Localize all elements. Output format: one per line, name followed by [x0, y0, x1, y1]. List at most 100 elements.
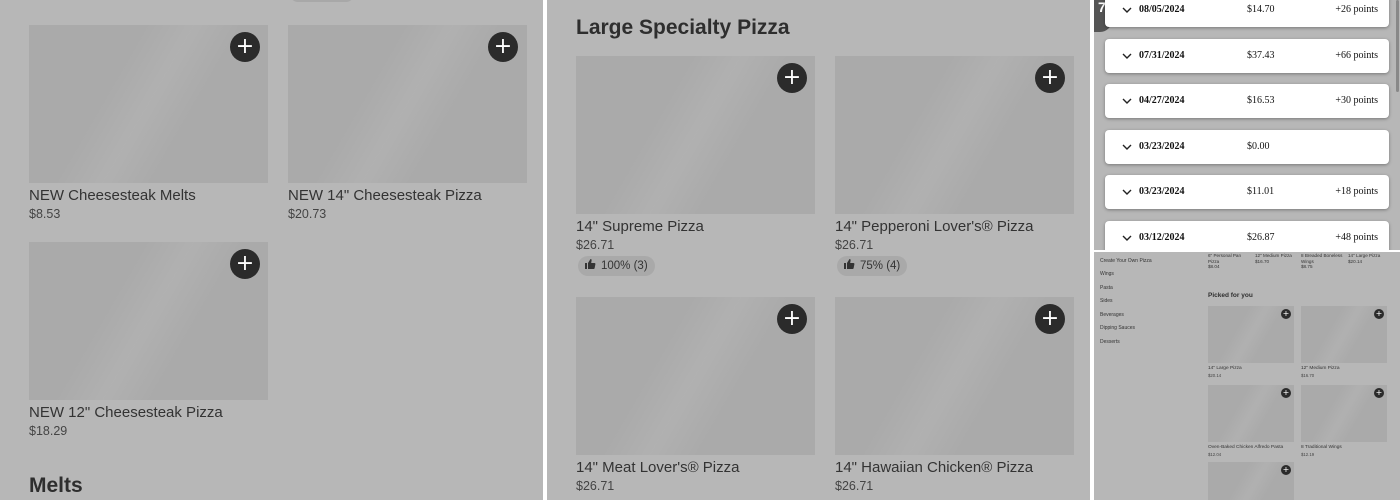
item-name: 6" Personal Pan Pizza [1208, 253, 1242, 264]
item-name: 14" Supreme Pizza [576, 218, 704, 235]
item-name: NEW 12" Cheesesteak Pizza [29, 404, 223, 421]
menu-item-card[interactable]: + NEW 12" Cheesesteak Pizza $18.29 [29, 242, 268, 442]
add-item-button[interactable]: + [488, 32, 518, 62]
add-item-button[interactable]: + [230, 32, 260, 62]
add-item-button[interactable]: + [1281, 388, 1291, 398]
item-price: $16.70 [1301, 373, 1315, 378]
add-item-button[interactable]: + [230, 249, 260, 279]
order-date: 03/23/2024 [1139, 186, 1185, 197]
order-points: +26 points [1335, 4, 1378, 15]
order-points: +18 points [1335, 186, 1378, 197]
menu-item-card[interactable]: + NEW Cheesesteak Melts $8.53 [29, 25, 268, 225]
item-name: 14" Meat Lover's® Pizza [576, 459, 740, 476]
rating-badge: 75% (4) [837, 256, 908, 276]
order-history-row[interactable]: 03/23/2024 $0.00 [1105, 130, 1389, 164]
menu-item-card[interactable]: 14" Large Pizza $20.14 [1348, 253, 1390, 264]
sidebar-item-wings[interactable]: Wings [1100, 271, 1114, 277]
item-name: 12" Medium Pizza [1301, 366, 1340, 371]
order-amount: $16.53 [1247, 95, 1275, 106]
item-name: 14" Pepperoni Lover's® Pizza [835, 218, 1034, 235]
add-item-button[interactable]: + [777, 63, 807, 93]
menu-panel-specialty: Large Specialty Pizza + 14" Supreme Pizz… [547, 0, 1090, 500]
thumbs-up-icon [844, 259, 855, 269]
item-name: NEW Cheesesteak Melts [29, 187, 196, 204]
chevron-down-icon [1122, 235, 1132, 241]
section-title: Picked for you [1208, 292, 1253, 299]
rating-text: 100% (3) [601, 260, 648, 272]
mini-menu-panel: Create Your Own Pizza Wings Pasta Sides … [1094, 252, 1400, 500]
add-item-button[interactable]: + [1374, 309, 1384, 319]
item-price: $8.53 [29, 207, 61, 221]
item-price: $16.70 [1255, 258, 1270, 264]
chevron-down-icon [1122, 98, 1132, 104]
order-history-row[interactable]: 03/12/2024 $26.87 +48 points [1105, 221, 1389, 250]
item-name: Oven-Baked Chicken Alfredo Pasta [1208, 445, 1284, 450]
chevron-down-icon [1122, 144, 1132, 150]
item-price: $26.71 [835, 479, 874, 493]
menu-item-card[interactable]: + 14" Pepperoni Lover's® Pizza $26.71 75… [835, 56, 1074, 286]
order-amount: $0.00 [1247, 141, 1270, 152]
section-title: Large Specialty Pizza [576, 16, 790, 39]
item-price: $8.04 [1208, 264, 1220, 269]
item-name: 8 Traditional Wings [1301, 445, 1342, 450]
item-name: 14" Large Pizza [1208, 366, 1242, 371]
menu-item-card[interactable]: 8 Breaded Boneless Wings $8.75 [1301, 253, 1343, 270]
sidebar-item-dipping-sauces[interactable]: Dipping Sauces [1100, 325, 1135, 331]
order-date: 03/12/2024 [1139, 232, 1185, 243]
item-price: $26.71 [576, 479, 615, 493]
menu-item-card[interactable]: + 14" Meat Lover's® Pizza $26.71 [576, 297, 815, 497]
item-price: $12.04 [1208, 452, 1222, 457]
item-price: $20.73 [288, 207, 327, 221]
order-date: 07/31/2024 [1139, 50, 1185, 61]
order-amount: $11.01 [1247, 186, 1275, 197]
order-points: +66 points [1335, 50, 1378, 61]
order-points: +30 points [1335, 95, 1378, 106]
order-history-row[interactable]: 08/05/2024 $14.70 +26 points [1105, 0, 1389, 27]
sidebar-item-create-your-own-pizza[interactable]: Create Your Own Pizza [1100, 258, 1152, 264]
add-item-button[interactable]: + [1281, 465, 1291, 475]
menu-panel-cheesesteak: + NEW Cheesesteak Melts $8.53 + NEW 14" … [0, 0, 543, 500]
category-tab-fragment[interactable] [290, 0, 354, 2]
sidebar-item-desserts[interactable]: Desserts [1100, 339, 1120, 345]
order-amount: $26.87 [1247, 232, 1275, 243]
sidebar-item-beverages[interactable]: Beverages [1100, 312, 1124, 318]
order-history-row[interactable]: 03/23/2024 $11.01 +18 points [1105, 175, 1389, 209]
add-item-button[interactable]: + [1035, 304, 1065, 334]
item-name: NEW 14" Cheesesteak Pizza [288, 187, 482, 204]
item-name: 14" Large Pizza [1348, 253, 1381, 258]
menu-item-card[interactable]: + NEW 14" Cheesesteak Pizza $20.73 [288, 25, 527, 225]
rewards-history-panel: 7 08/05/2024 $14.70 +26 points 07/31/202… [1094, 0, 1400, 250]
menu-item-card[interactable]: 12" Medium Pizza $16.70 [1255, 253, 1297, 264]
menu-item-card[interactable]: + 14" Hawaiian Chicken® Pizza $26.71 [835, 297, 1074, 497]
item-price: $8.75 [1301, 264, 1313, 269]
order-date: 08/05/2024 [1139, 4, 1185, 15]
rating-text: 75% (4) [860, 260, 901, 272]
menu-item-card[interactable]: + 14" Supreme Pizza $26.71 100% (3) [576, 56, 815, 286]
add-item-button[interactable]: + [777, 304, 807, 334]
order-date: 03/23/2024 [1139, 141, 1185, 152]
add-item-button[interactable]: + [1281, 309, 1291, 319]
sidebar-item-sides[interactable]: Sides [1100, 298, 1113, 304]
add-item-button[interactable]: + [1374, 388, 1384, 398]
chevron-down-icon [1122, 7, 1132, 13]
chevron-down-icon [1122, 189, 1132, 195]
order-history-row[interactable]: 04/27/2024 $16.53 +30 points [1105, 84, 1389, 118]
thumbs-up-icon [585, 259, 596, 269]
order-date: 04/27/2024 [1139, 95, 1185, 106]
scrollbar[interactable] [1396, 0, 1399, 92]
order-history-row[interactable]: 07/31/2024 $37.43 +66 points [1105, 39, 1389, 73]
item-price: $12.19 [1301, 452, 1315, 457]
item-price: $26.71 [835, 238, 874, 252]
item-price: $26.71 [576, 238, 615, 252]
rating-badge: 100% (3) [578, 256, 655, 276]
menu-item-card[interactable]: 6" Personal Pan Pizza $8.04 [1208, 253, 1250, 270]
sidebar-item-pasta[interactable]: Pasta [1100, 285, 1113, 291]
item-name: 8 Breaded Boneless Wings [1301, 253, 1343, 264]
item-price: $18.29 [29, 424, 68, 438]
order-points: +48 points [1335, 232, 1378, 243]
section-title: Melts [29, 474, 83, 497]
chevron-down-icon [1122, 53, 1132, 59]
item-name: 12" Medium Pizza [1255, 253, 1292, 258]
add-item-button[interactable]: + [1035, 63, 1065, 93]
item-name: 14" Hawaiian Chicken® Pizza [835, 459, 1034, 476]
